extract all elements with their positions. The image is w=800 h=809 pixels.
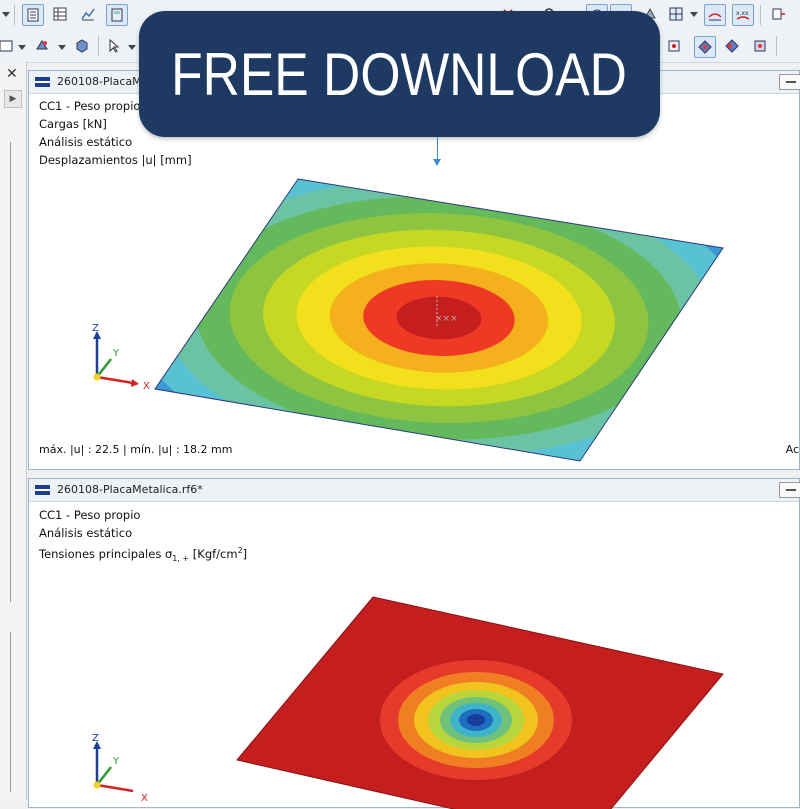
dropdown-arrow-icon[interactable] [690,12,698,17]
graph-icon [81,8,95,21]
scroll-track[interactable] [10,142,11,602]
max-min-summary: máx. |u| : 22.5 | mín. |u| : 18.2 mm [39,443,233,456]
deformation-icon [708,13,722,21]
scroll-track[interactable] [10,632,11,792]
view-side-icon [725,39,739,53]
result-values-icon: x.xx [736,10,750,20]
free-download-banner[interactable]: FREE DOWNLOAD [139,11,660,137]
navigator-panel-strip: ✕ ▶ [0,62,27,800]
dropdown-arrow-icon[interactable] [128,45,136,50]
cube-button[interactable] [72,36,92,56]
graph-button[interactable] [78,4,98,24]
window-button[interactable] [0,36,16,56]
view-side-button[interactable] [722,36,742,56]
close-icon[interactable]: ✕ [6,66,18,82]
pointer-icon [109,39,120,53]
y-axis-label: Y [112,756,120,767]
dropdown-arrow-icon[interactable] [58,45,66,50]
view-iso-icon [668,40,680,52]
banner-text: FREE DOWNLOAD [171,40,628,108]
view-front-button[interactable] [694,36,716,58]
model-icon [36,40,48,50]
view-top-button[interactable] [750,36,770,56]
expand-icon[interactable]: ▶ [4,90,22,108]
page-view-button[interactable] [22,4,44,26]
section-icon [772,8,785,20]
view-top-icon [754,40,766,52]
page-icon [27,8,39,22]
dropdown-arrow-icon[interactable] [2,12,10,17]
deformation-button[interactable] [704,4,726,26]
contour-band [467,714,485,726]
stress-contour-plot[interactable]: Z Y X [29,479,799,809]
z-axis-label: Z [92,323,99,334]
window-icon [0,40,13,52]
calculator-icon [111,8,123,22]
grid-icon [669,7,683,21]
grid-button[interactable] [666,4,686,24]
result-values-button[interactable]: x.xx [732,4,754,26]
section-button[interactable] [768,4,788,24]
dropdown-arrow-icon[interactable] [18,45,26,50]
max-marker: ××× [435,314,458,324]
model-button[interactable] [32,36,52,56]
table-button[interactable] [50,4,70,24]
results-window-stresses[interactable]: 260108-PlacaMetalica.rf6* CC1 - Peso pro… [28,478,800,809]
axis-triad: Z Y X [92,733,148,804]
calculator-button[interactable] [106,4,128,26]
y-axis-label: Y [112,348,120,359]
svg-text:x.xx: x.xx [736,10,749,17]
x-axis-label: X [141,793,148,804]
cube-icon [76,39,88,53]
axis-triad: Z Y X [92,323,150,392]
view-front-icon [698,40,712,54]
cutoff-label: Ac [785,443,799,456]
pointer-button[interactable] [104,36,124,56]
table-icon [53,7,67,21]
z-axis-label: Z [92,733,99,744]
view-iso-button[interactable] [664,36,684,56]
x-axis-label: X [143,381,150,392]
banner-pointer-arrow [433,137,441,166]
